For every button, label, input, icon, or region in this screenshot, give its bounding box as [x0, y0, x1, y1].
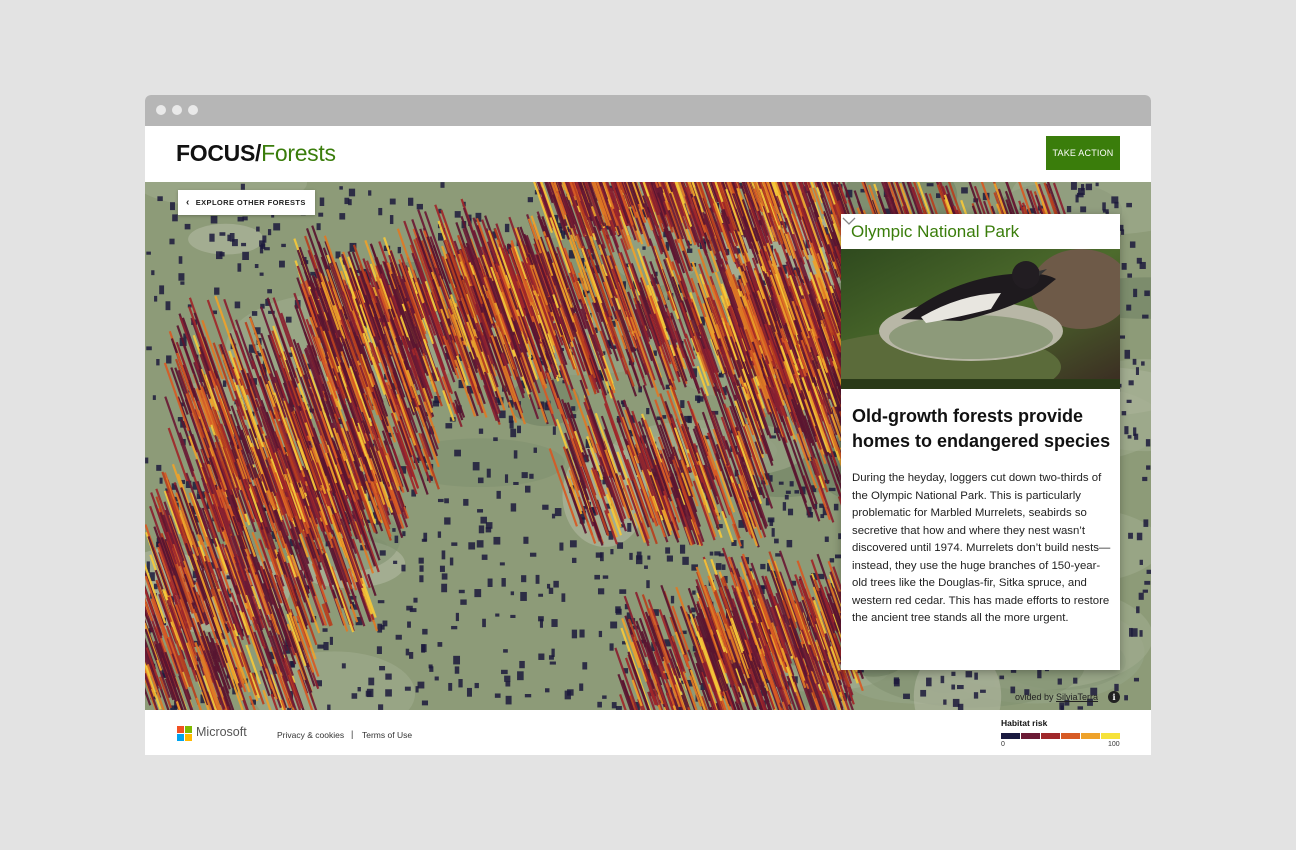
murrelet-photo	[841, 249, 1120, 389]
chevron-left-icon: ‹	[186, 197, 190, 208]
window-maximize-dot[interactable]	[188, 105, 198, 115]
attribution-link[interactable]: SilviaTerra	[1056, 692, 1098, 702]
explore-label: EXPLORE OTHER FORESTS	[195, 198, 306, 207]
legend-swatch	[1101, 733, 1120, 739]
card-title: Olympic National Park	[851, 222, 1020, 241]
info-icon[interactable]: i	[1108, 691, 1120, 703]
attribution-prefix: ovided by	[1015, 692, 1057, 702]
card-body-text: During the heyday, loggers cut down two-…	[852, 472, 1111, 624]
legend-swatch	[1001, 733, 1020, 739]
window-close-dot[interactable]	[156, 105, 166, 115]
window-chrome	[145, 95, 1151, 126]
site-footer: Microsoft Privacy & cookies | Terms of U…	[145, 710, 1151, 755]
brand-section: Forests	[261, 140, 336, 166]
chevron-down-icon[interactable]	[841, 214, 857, 228]
legend-title: Habitat risk	[1001, 718, 1048, 728]
legend-max: 100	[1108, 741, 1120, 748]
privacy-link[interactable]: Privacy & cookies	[277, 730, 344, 740]
take-action-button[interactable]: TAKE ACTION	[1046, 136, 1120, 170]
legend-swatch	[1021, 733, 1040, 739]
footer-separator: |	[351, 729, 354, 739]
legend-swatch	[1061, 733, 1080, 739]
window-minimize-dot[interactable]	[172, 105, 182, 115]
browser-window: FOCUS/Forests TAKE ACTION ‹ EXPLORE OTHE…	[145, 95, 1151, 755]
legend-swatch	[1041, 733, 1060, 739]
microsoft-wordmark[interactable]: Microsoft	[196, 725, 247, 739]
info-card: Olympic National Park Old-growth forests…	[841, 214, 1120, 670]
legend-min: 0	[1001, 741, 1005, 748]
terms-link[interactable]: Terms of Use	[362, 730, 412, 740]
map-attribution: ovided by SilviaTerra	[1015, 692, 1098, 702]
microsoft-logo-icon	[177, 726, 192, 741]
site-header: FOCUS/Forests TAKE ACTION	[145, 126, 1151, 182]
brand-focus: FOCUS/	[176, 140, 262, 166]
habitat-risk-scale	[1001, 733, 1120, 739]
site-brand[interactable]: FOCUS/Forests	[176, 140, 336, 167]
forest-map[interactable]: ‹ EXPLORE OTHER FORESTS Olympic National…	[145, 182, 1151, 710]
card-heading: Old-growth forests provide homes to enda…	[852, 406, 1111, 451]
legend-swatch	[1081, 733, 1100, 739]
explore-other-forests-button[interactable]: ‹ EXPLORE OTHER FORESTS	[178, 190, 315, 215]
